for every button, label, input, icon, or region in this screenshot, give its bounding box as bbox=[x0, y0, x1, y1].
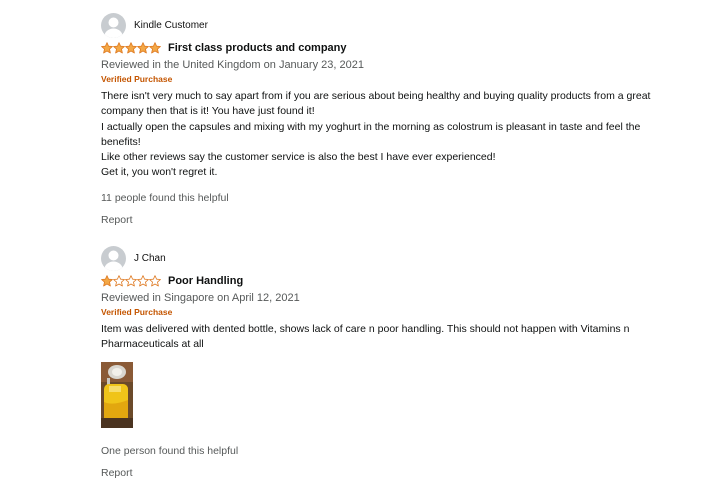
star-empty-icon bbox=[113, 275, 125, 287]
reviews-page: Kindle Customer First class products and… bbox=[0, 0, 704, 492]
star-filled-icon bbox=[149, 42, 161, 54]
star-rating[interactable] bbox=[101, 275, 161, 287]
review-text-line: There isn't very much to say apart from … bbox=[101, 90, 651, 118]
review-text-line: Item was delivered with dented bottle, s… bbox=[101, 323, 630, 351]
review-text-line: Like other reviews say the customer serv… bbox=[101, 151, 496, 164]
reviewer-profile[interactable]: Kindle Customer bbox=[101, 12, 661, 38]
user-silhouette-icon bbox=[104, 17, 123, 38]
review-body: Item was delivered with dented bottle, s… bbox=[101, 322, 661, 353]
verified-purchase-badge[interactable]: Verified Purchase bbox=[101, 306, 661, 319]
star-filled-icon bbox=[137, 42, 149, 54]
helpful-count: One person found this helpful bbox=[101, 444, 239, 457]
review-photo-thumbnail[interactable] bbox=[101, 361, 133, 428]
avatar bbox=[101, 245, 126, 271]
star-filled-icon bbox=[125, 42, 137, 54]
avatar bbox=[101, 12, 126, 38]
helpful-count: 11 people found this helpful bbox=[101, 191, 229, 204]
star-empty-icon bbox=[125, 275, 137, 287]
review-title[interactable]: Poor Handling bbox=[168, 275, 243, 287]
review-text-line: Get it, you won't regret it. bbox=[101, 166, 218, 179]
star-filled-icon bbox=[101, 275, 113, 287]
review-title[interactable]: First class products and company bbox=[168, 42, 347, 54]
review-date: Reviewed in Singapore on April 12, 2021 bbox=[101, 292, 300, 304]
star-rating[interactable] bbox=[101, 42, 161, 54]
review-date: Reviewed in the United Kingdom on Januar… bbox=[101, 59, 364, 71]
reviewer-name: J Chan bbox=[134, 252, 166, 264]
star-empty-icon bbox=[149, 275, 161, 287]
star-filled-icon bbox=[101, 42, 113, 54]
dented-bottle-photo bbox=[101, 361, 133, 428]
review-text-line: I actually open the capsules and mixing … bbox=[101, 120, 641, 148]
user-silhouette-icon bbox=[104, 250, 123, 271]
review-body: There isn't very much to say apart from … bbox=[101, 89, 661, 181]
review-header: First class products and company bbox=[101, 40, 661, 56]
report-link[interactable]: Report bbox=[101, 467, 133, 479]
review-header: Poor Handling bbox=[101, 273, 661, 289]
reviewer-profile[interactable]: J Chan bbox=[101, 245, 661, 271]
review-card: Kindle Customer First class products and… bbox=[101, 12, 661, 228]
review-card: J Chan Poor Handling Reviewed in Singapo… bbox=[101, 245, 661, 481]
reviewer-name: Kindle Customer bbox=[134, 19, 208, 31]
star-empty-icon bbox=[137, 275, 149, 287]
report-link[interactable]: Report bbox=[101, 214, 133, 226]
verified-purchase-badge[interactable]: Verified Purchase bbox=[101, 73, 661, 86]
star-filled-icon bbox=[113, 42, 125, 54]
